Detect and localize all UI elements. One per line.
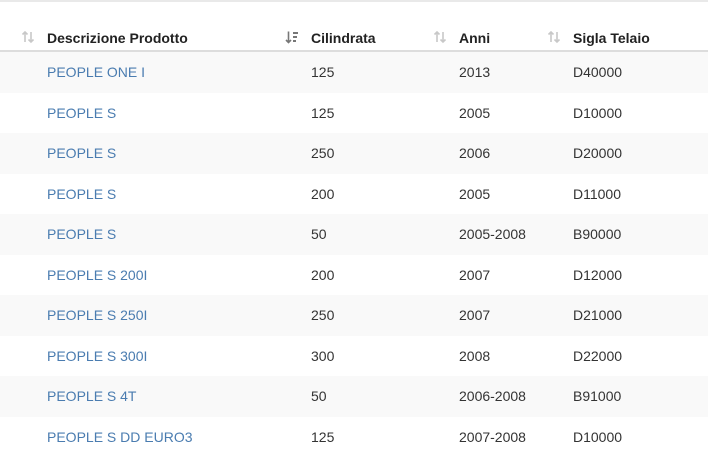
cilindrata-cell: 200: [311, 266, 335, 283]
anni-cell: 2007-2008: [459, 428, 526, 445]
sigla-telaio-cell: B90000: [573, 226, 622, 242]
product-link[interactable]: PEOPLE S DD EURO3: [47, 417, 193, 458]
anni-cell: 2006: [459, 145, 491, 161]
anni-cell: 2007: [459, 266, 491, 283]
table-row: PEOPLE S 50 2005-2008 B90000: [0, 214, 708, 255]
cilindrata-cell: 50: [311, 388, 327, 404]
product-link[interactable]: PEOPLE S 250I: [47, 295, 147, 336]
column-header-sigla-telaio[interactable]: Sigla Telaio: [573, 18, 650, 52]
table-row: PEOPLE S 200I 200 2007 D12000: [0, 254, 708, 296]
table-row: PEOPLE ONE I 125 2013 D40000: [0, 52, 708, 93]
sigla-telaio-cell: D10000: [573, 428, 623, 445]
product-link[interactable]: PEOPLE S: [47, 174, 116, 215]
column-header-cilindrata[interactable]: Cilindrata: [311, 18, 376, 52]
product-table: Descrizione Prodotto Cilindrata Anni Sig…: [0, 18, 708, 457]
anni-cell: 2006-2008: [459, 388, 526, 404]
product-link[interactable]: PEOPLE S 4T: [47, 376, 136, 417]
cilindrata-cell: 125: [311, 64, 335, 80]
cilindrata-cell: 200: [311, 185, 335, 202]
cilindrata-cell: 125: [311, 104, 335, 121]
cilindrata-cell: 125: [311, 428, 335, 445]
sigla-telaio-cell: D12000: [573, 266, 623, 283]
anni-cell: 2013: [459, 64, 491, 80]
product-link[interactable]: PEOPLE S: [47, 133, 116, 174]
sort-desc-active-icon[interactable]: [285, 30, 299, 44]
sigla-telaio-cell: D10000: [573, 104, 623, 121]
product-link[interactable]: PEOPLE ONE I: [47, 52, 145, 93]
sigla-telaio-cell: D22000: [573, 347, 623, 364]
top-divider: [0, 0, 708, 2]
sigla-telaio-cell: D11000: [573, 185, 622, 202]
table-header-row: Descrizione Prodotto Cilindrata Anni Sig…: [0, 18, 708, 52]
sigla-telaio-cell: D40000: [573, 64, 623, 80]
cilindrata-cell: 250: [311, 307, 335, 323]
table-row: PEOPLE S 250I 250 2007 D21000: [0, 295, 708, 336]
sort-icon[interactable]: [547, 30, 561, 44]
product-link[interactable]: PEOPLE S 300I: [47, 336, 147, 377]
column-header-descrizione[interactable]: Descrizione Prodotto: [47, 18, 188, 52]
table-row: PEOPLE S 250 2006 D20000: [0, 133, 708, 174]
anni-cell: 2005-2008: [459, 226, 526, 242]
anni-cell: 2005: [459, 185, 491, 202]
table-row: PEOPLE S 125 2005 D10000: [0, 92, 708, 134]
cilindrata-cell: 300: [311, 347, 335, 364]
table-row: PEOPLE S 4T 50 2006-2008 B91000: [0, 376, 708, 417]
table-row: PEOPLE S 300I 300 2008 D22000: [0, 335, 708, 377]
sigla-telaio-cell: B91000: [573, 388, 622, 404]
cilindrata-cell: 250: [311, 145, 335, 161]
table-row: PEOPLE S DD EURO3 125 2007-2008 D10000: [0, 416, 708, 458]
anni-cell: 2007: [459, 307, 491, 323]
sort-icon[interactable]: [21, 30, 35, 44]
product-link[interactable]: PEOPLE S: [47, 93, 116, 134]
sort-icon[interactable]: [433, 30, 447, 44]
product-link[interactable]: PEOPLE S 200I: [47, 255, 147, 296]
sigla-telaio-cell: D20000: [573, 145, 623, 161]
sigla-telaio-cell: D21000: [573, 307, 623, 323]
column-header-anni[interactable]: Anni: [459, 18, 490, 52]
cilindrata-cell: 50: [311, 226, 327, 242]
anni-cell: 2005: [459, 104, 491, 121]
table-row: PEOPLE S 200 2005 D11000: [0, 173, 708, 215]
anni-cell: 2008: [459, 347, 491, 364]
product-link[interactable]: PEOPLE S: [47, 214, 116, 255]
